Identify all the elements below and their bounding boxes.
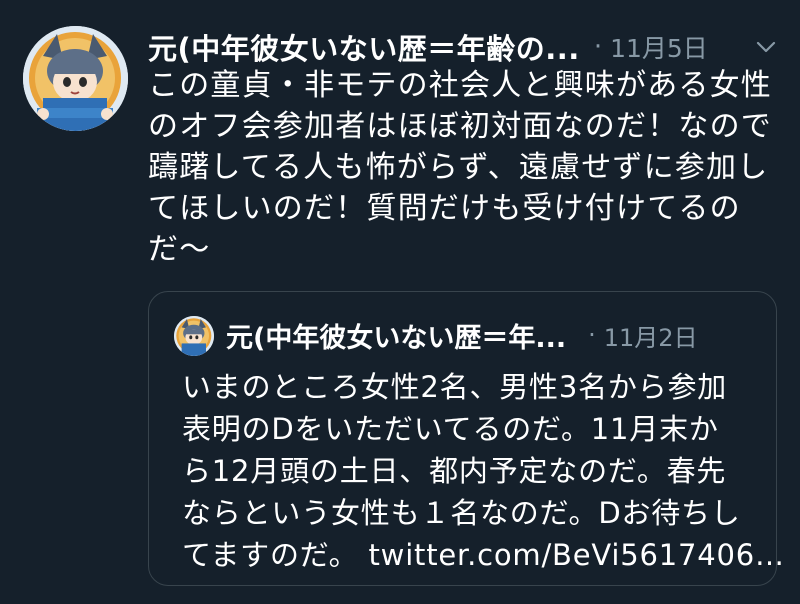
quoted-tweet-link[interactable]: twitter.com/BeVi5617406… xyxy=(369,538,785,572)
tweet-page: 元(中年彼女いない歴＝年齢の... · 11月5日 この童貞・非モテの社会人と興… xyxy=(0,0,800,604)
tweet-text-line: この童貞・非モテの社会人と興味がある女性 xyxy=(148,68,772,103)
tweet-text-line: だ〜 xyxy=(148,232,211,267)
tweet-date[interactable]: 11月5日 xyxy=(610,29,708,65)
quoted-tweet-header: 元(中年彼女いない歴＝年... · 11月2日 xyxy=(226,314,766,356)
quoted-tweet-date: 11月2日 xyxy=(603,323,698,352)
quoted-header-separator: · xyxy=(588,321,596,349)
quoted-avatar-illustration-icon xyxy=(174,316,214,356)
avatar[interactable] xyxy=(23,26,128,131)
author-name[interactable]: 元(中年彼女いない歴＝年齢の... xyxy=(148,26,580,68)
header-separator: · xyxy=(593,32,603,62)
tweet-header: 元(中年彼女いない歴＝年齢の... · 11月5日 xyxy=(148,27,788,67)
quoted-author-name: 元(中年彼女いない歴＝年... xyxy=(226,322,567,354)
chevron-down-icon[interactable] xyxy=(756,40,776,54)
tweet-text: この童貞・非モテの社会人と興味がある女性 のオフ会参加者はほぼ初対面なのだ！なの… xyxy=(148,65,788,270)
quoted-tweet-card[interactable]: 元(中年彼女いない歴＝年... · 11月2日 いまのところ女性2名、男性3名か… xyxy=(148,291,784,586)
quoted-text-line: ならという女性も１名なのだ。Dお待ちし xyxy=(182,496,741,530)
avatar-illustration-icon xyxy=(23,26,128,131)
quoted-text-line-last: てますのだ。 twitter.com/BeVi5617406… xyxy=(182,534,784,576)
quoted-text-line: いまのところ女性2名、男性3名から参加 xyxy=(182,370,728,404)
tweet-text-line: のオフ会参加者はほぼ初対面なのだ！なので xyxy=(148,109,772,144)
quoted-text-line-end: てますのだ。 xyxy=(182,538,359,572)
tweet-text-line: てほしいのだ！質問だけも受け付けてるの xyxy=(148,191,741,226)
quoted-tweet-text: いまのところ女性2名、男性3名から参加 表明のDをいただいてるのだ。11月末か … xyxy=(182,366,784,576)
tweet-text-line: 躊躇してる人も怖がらず、遠慮せずに参加し xyxy=(148,150,769,185)
quoted-text-line: ら12月頭の土日、都内予定なのだ。春先 xyxy=(182,454,727,488)
quoted-avatar xyxy=(174,316,214,356)
quoted-text-line: 表明のDをいただいてるのだ。11月末か xyxy=(182,412,719,446)
